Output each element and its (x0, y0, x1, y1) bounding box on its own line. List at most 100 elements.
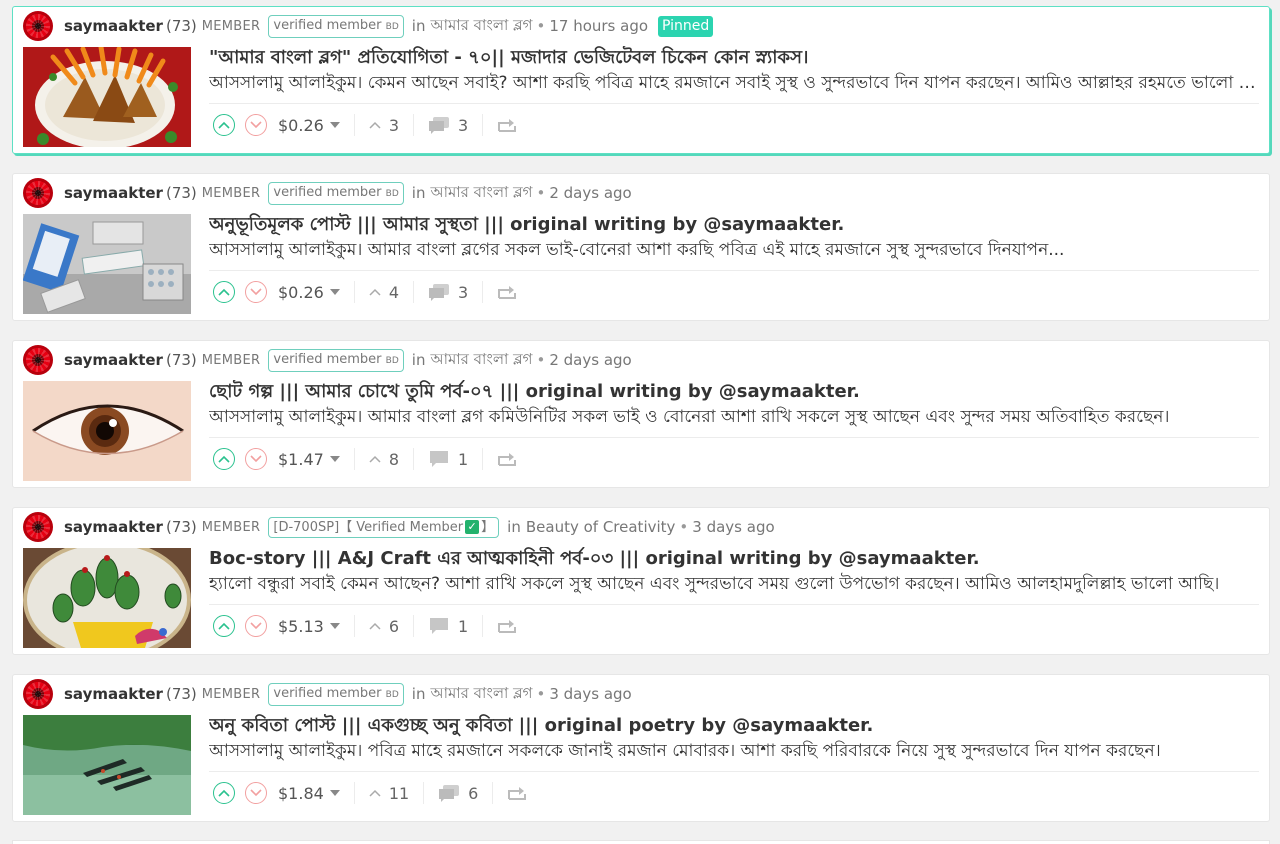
downvote-button[interactable] (245, 782, 267, 804)
avatar[interactable] (23, 512, 53, 542)
post-time[interactable]: 3 days ago (549, 685, 631, 703)
boats-thumbnail[interactable] (23, 715, 191, 815)
payout-dropdown[interactable]: $0.26 (278, 116, 340, 135)
chevron-up-icon (218, 455, 230, 463)
comments-button[interactable]: 1 (428, 450, 468, 469)
upvote-button[interactable] (213, 782, 235, 804)
comments-icon (439, 785, 460, 802)
downvote-button[interactable] (245, 281, 267, 303)
post-summary[interactable]: আসসালামু আলাইকুম। কেমন আছেন সবাই? আশা কর… (209, 71, 1259, 95)
votes-count-button[interactable]: 6 (369, 617, 399, 636)
upvote-button[interactable] (213, 615, 235, 637)
badge-text: verified member (273, 17, 382, 33)
post-title[interactable]: অনুভূতিমূলক পোস্ট ||| আমার সুস্থতা ||| o… (209, 213, 1259, 237)
avatar[interactable] (23, 11, 53, 41)
post-summary[interactable]: হ্যালো বন্ধুরা সবাই কেমন আছেন? আশা রাখি … (209, 572, 1259, 596)
reblog-button[interactable] (497, 284, 517, 300)
votes-count-button[interactable]: 3 (369, 116, 399, 135)
avatar[interactable] (23, 679, 53, 709)
post-time[interactable]: 2 days ago (549, 351, 631, 369)
author-link[interactable]: saymaakter (64, 17, 163, 35)
community-link[interactable]: আমার বাংলা ব্লগ (430, 682, 532, 707)
avatar[interactable] (23, 178, 53, 208)
payout-dropdown[interactable]: $0.26 (278, 283, 340, 302)
badge-text: verified member (273, 184, 382, 200)
comments-button[interactable]: 1 (428, 617, 468, 636)
embroidery-thumbnail[interactable] (23, 548, 191, 648)
reblog-icon (498, 119, 517, 132)
post-card: saymaakter (73) MEMBER verified member B… (12, 6, 1270, 154)
reblog-icon (498, 620, 517, 633)
chevron-up-icon (218, 121, 230, 129)
reblog-icon (508, 787, 527, 800)
post-title[interactable]: ছোট গল্প ||| আমার চোখে তুমি পর্ব-০৭ ||| … (209, 380, 1259, 404)
payout-dropdown[interactable]: $1.84 (278, 784, 340, 803)
badge-text: verified member (273, 351, 382, 367)
chevron-up-icon (218, 622, 230, 630)
author-link[interactable]: saymaakter (64, 184, 163, 202)
caret-down-icon (329, 456, 340, 462)
downvote-button[interactable] (245, 615, 267, 637)
badge-suffix: BD (385, 21, 399, 32)
votes-count-button[interactable]: 11 (369, 784, 409, 803)
chevron-up-icon (369, 622, 381, 630)
reblog-button[interactable] (507, 785, 527, 801)
divider (413, 615, 414, 637)
separator-dot: • (536, 17, 546, 35)
upvote-button[interactable] (213, 281, 235, 303)
votes-count-button[interactable]: 8 (369, 450, 399, 469)
post-title[interactable]: "আমার বাংলা ব্লগ" প্রতিযোগিতা - ৭০|| মজা… (209, 46, 1259, 70)
payout-dropdown[interactable]: $1.47 (278, 450, 340, 469)
chevron-down-icon (250, 455, 262, 463)
payout-value: $1.84 (278, 783, 324, 803)
eye-thumbnail[interactable] (23, 381, 191, 481)
author-link[interactable]: saymaakter (64, 518, 163, 536)
comments-button[interactable]: 3 (428, 283, 468, 302)
downvote-button[interactable] (245, 448, 267, 470)
author-role: MEMBER (201, 185, 261, 201)
post-time[interactable]: 17 hours ago (549, 17, 648, 35)
author-reputation: (73) (165, 351, 197, 369)
post-title[interactable]: অনু কবিতা পোস্ট ||| একগুচ্ছ অনু কবিতা ||… (209, 714, 1259, 738)
post-card-partial (12, 840, 1270, 844)
post-footer: $1.47 8 1 (213, 447, 517, 471)
comments-button[interactable]: 3 (428, 116, 468, 135)
avatar[interactable] (23, 345, 53, 375)
community-link[interactable]: Beauty of Creativity (526, 518, 676, 536)
author-role: MEMBER (201, 352, 261, 368)
post-summary[interactable]: আসসালামু আলাইকুম। আমার বাংলা ব্লগ কমিউনি… (209, 405, 1259, 429)
in-label: in (411, 17, 426, 35)
payout-value: $0.26 (278, 282, 324, 302)
food-thumbnail[interactable] (23, 47, 191, 147)
post-time[interactable]: 3 days ago (692, 518, 774, 536)
votes-count-button[interactable]: 4 (369, 283, 399, 302)
reblog-button[interactable] (497, 618, 517, 634)
post-summary[interactable]: আসসালামু আলাইকুম। আমার বাংলা ব্লগের সকল … (209, 238, 1259, 262)
chevron-up-icon (218, 288, 230, 296)
payout-dropdown[interactable]: $5.13 (278, 617, 340, 636)
author-title-badge: verified member BD (268, 682, 404, 706)
author-link[interactable]: saymaakter (64, 351, 163, 369)
upvote-button[interactable] (213, 448, 235, 470)
upvote-button[interactable] (213, 114, 235, 136)
post-summary[interactable]: আসসালামু আলাইকুম। পবিত্র মাহে রমজানে সকল… (209, 739, 1259, 763)
community-link[interactable]: আমার বাংলা ব্লগ (430, 181, 532, 206)
in-label: in (411, 184, 426, 202)
community-link[interactable]: আমার বাংলা ব্লগ (430, 14, 532, 39)
comments-button[interactable]: 6 (438, 784, 478, 803)
reblog-icon (498, 286, 517, 299)
caret-down-icon (329, 623, 340, 629)
post-time[interactable]: 2 days ago (549, 184, 631, 202)
reblog-button[interactable] (497, 451, 517, 467)
post-title[interactable]: Boc-story ||| A&J Craft এর আত্মকাহিনী পর… (209, 547, 1259, 571)
comments-count: 1 (458, 616, 469, 636)
badge-text: [D-700SP]【 Verified Member (273, 519, 464, 535)
community-link[interactable]: আমার বাংলা ব্লগ (430, 348, 532, 373)
divider (353, 114, 355, 136)
author-link[interactable]: saymaakter (64, 685, 163, 703)
caret-down-icon (329, 790, 340, 796)
reblog-button[interactable] (497, 117, 517, 133)
author-title-badge: verified member BD (268, 348, 404, 372)
medicine-thumbnail[interactable] (23, 214, 191, 314)
downvote-button[interactable] (245, 114, 267, 136)
